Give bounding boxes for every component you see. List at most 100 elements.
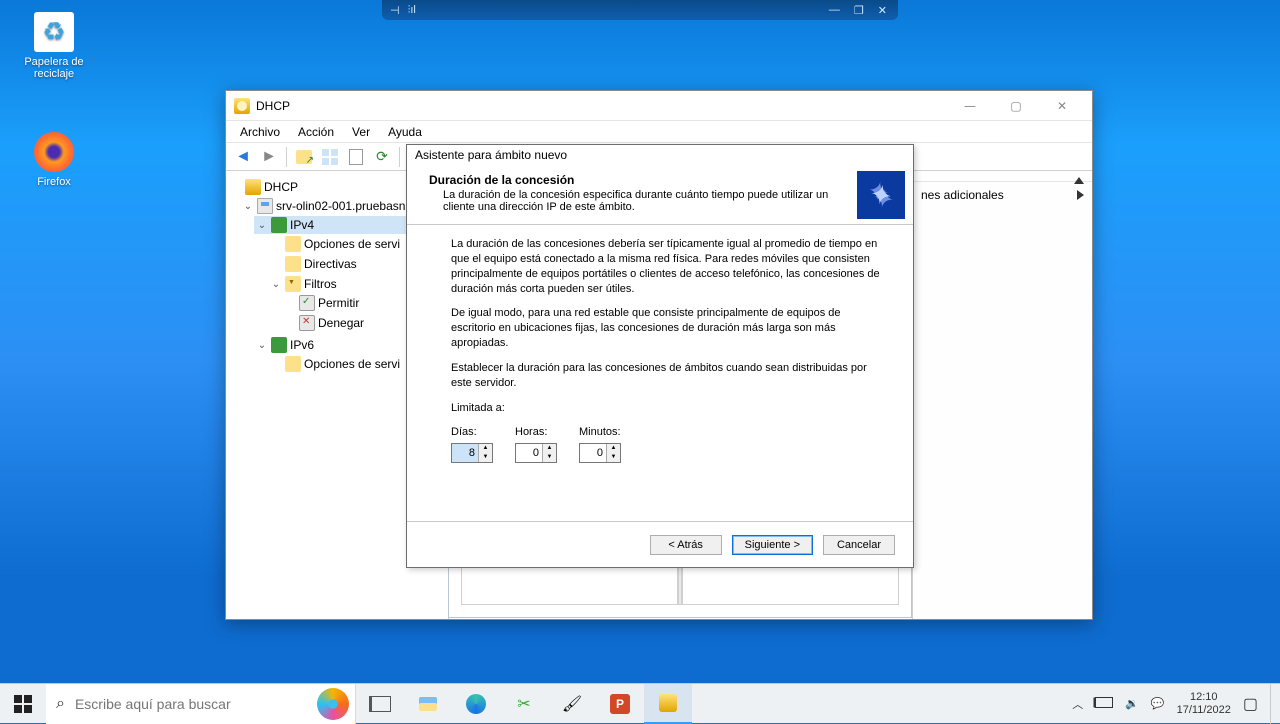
taskbar-snipping[interactable] [500, 684, 548, 724]
tree-node-ipv6[interactable]: IPv6 [290, 338, 314, 352]
tree-node-ipv4[interactable]: IPv4 [290, 218, 314, 232]
menu-ver[interactable]: Ver [344, 123, 378, 141]
search-input[interactable] [75, 696, 317, 712]
folder-icon [285, 236, 301, 252]
firefox-label: Firefox [14, 176, 94, 188]
clock-date: 17/11/2022 [1177, 704, 1231, 717]
snipping-icon [512, 692, 536, 716]
toolbar-export-button[interactable] [345, 146, 367, 168]
wizard-body: La duración de las concesiones debería s… [407, 225, 913, 471]
clock-time: 12:10 [1177, 691, 1231, 704]
recycle-bin-icon [34, 12, 74, 52]
edge-icon [466, 694, 486, 714]
ipv4-icon [271, 217, 287, 233]
windows-logo-icon [14, 695, 32, 713]
notification-icon[interactable]: 💬 [1151, 697, 1165, 710]
pin-icon[interactable]: ⊣ [390, 4, 400, 17]
taskbar-powerpoint[interactable]: P [596, 684, 644, 724]
vm-minimize-button[interactable]: — [826, 4, 843, 17]
task-view-button[interactable] [356, 684, 404, 724]
action-center-icon[interactable]: ▢ [1243, 694, 1258, 714]
signal-icon: ⫶ıl [408, 4, 416, 17]
taskbar-edge[interactable] [452, 684, 500, 724]
tree-node-opciones-servidor[interactable]: Opciones de servi [304, 237, 400, 251]
system-tray: ︿ 🔉 💬 12:10 17/11/2022 ▢ [1072, 684, 1280, 724]
taskbar-clock[interactable]: 12:10 17/11/2022 [1177, 691, 1231, 716]
days-input[interactable] [452, 444, 478, 462]
wizard-paragraph-2: De igual modo, para una red estable que … [451, 306, 883, 351]
tree-node-opciones-servidor-v6[interactable]: Opciones de servi [304, 357, 400, 371]
hours-input[interactable] [516, 444, 542, 462]
arrow-right-icon [1077, 190, 1084, 200]
vm-close-button[interactable]: ✕ [875, 4, 890, 17]
minutes-spinner: Minutos: ▲▼ [579, 425, 621, 463]
wizard-footer: < Atrás Siguiente > Cancelar [407, 521, 913, 567]
tree-node-directivas[interactable]: Directivas [304, 257, 357, 271]
hours-down-button[interactable]: ▼ [543, 453, 556, 462]
powerpoint-icon: P [610, 694, 630, 714]
taskbar: ⌕ P ︿ 🔉 💬 12:10 17/11/2022 ▢ [0, 683, 1280, 723]
start-button[interactable] [0, 684, 46, 724]
wizard-paragraph-1: La duración de las concesiones debería s… [451, 237, 883, 296]
tree-node-filtros[interactable]: Filtros [304, 277, 337, 291]
cortana-icon[interactable] [317, 688, 349, 720]
vm-connection-bar: ⊣ ⫶ıl — ❐ ✕ [382, 0, 898, 20]
desktop-icon-recycle-bin[interactable]: Papelera de reciclaje [14, 12, 94, 80]
firefox-icon [34, 132, 74, 172]
back-button[interactable]: < Atrás [650, 535, 722, 555]
collapse-arrow-up-icon[interactable] [1074, 177, 1084, 184]
tree-node-permitir[interactable]: Permitir [318, 296, 359, 310]
server-icon [257, 198, 273, 214]
toolbar-properties-button[interactable] [319, 146, 341, 168]
days-up-button[interactable]: ▲ [479, 444, 492, 453]
taskbar-paint[interactable] [548, 684, 596, 724]
menu-archivo[interactable]: Archivo [232, 123, 288, 141]
menu-accion[interactable]: Acción [290, 123, 342, 141]
dhcp-taskbar-icon [656, 691, 680, 715]
window-close-button[interactable]: ✕ [1040, 92, 1084, 120]
task-view-icon [368, 692, 392, 716]
minutes-up-button[interactable]: ▲ [607, 444, 620, 453]
actions-more-label: nes adicionales [921, 188, 1004, 202]
menu-ayuda[interactable]: Ayuda [380, 123, 430, 141]
folder-icon [285, 356, 301, 372]
vm-restore-button[interactable]: ❐ [851, 4, 867, 17]
paint-icon [560, 692, 584, 716]
tree-node-denegar[interactable]: Denegar [318, 316, 364, 330]
new-scope-wizard-dialog: Asistente para ámbito nuevo Duración de … [406, 144, 914, 568]
cancel-button[interactable]: Cancelar [823, 535, 895, 555]
hours-up-button[interactable]: ▲ [543, 444, 556, 453]
toolbar-separator [286, 147, 287, 167]
recycle-bin-label: Papelera de reciclaje [14, 56, 94, 80]
days-down-button[interactable]: ▼ [479, 453, 492, 462]
toolbar-show-hide-button[interactable] [293, 146, 315, 168]
show-desktop-button[interactable] [1270, 684, 1276, 724]
dhcp-titlebar: DHCP — ▢ ✕ [226, 91, 1092, 121]
tree-node-dhcp[interactable]: DHCP [264, 180, 298, 194]
wizard-limited-label: Limitada a: [451, 401, 883, 416]
hours-spinner: Horas: ▲▼ [515, 425, 557, 463]
minutes-down-button[interactable]: ▼ [607, 453, 620, 462]
next-button[interactable]: Siguiente > [732, 535, 813, 555]
taskbar-dhcp[interactable] [644, 684, 692, 724]
toolbar-forward-button[interactable]: ► [258, 146, 280, 168]
wizard-heading: Duración de la concesión [429, 173, 574, 187]
window-maximize-button[interactable]: ▢ [994, 92, 1038, 120]
desktop-icon-firefox[interactable]: Firefox [14, 132, 94, 188]
taskbar-file-explorer[interactable] [404, 684, 452, 724]
wizard-header: Duración de la concesión La duración de … [407, 167, 913, 225]
folder-icon [285, 256, 301, 272]
tree-node-server[interactable]: srv-olin02-001.pruebasna [276, 199, 412, 213]
battery-icon[interactable] [1095, 697, 1113, 711]
tray-chevron-up-icon[interactable]: ︿ [1072, 696, 1083, 712]
search-icon: ⌕ [56, 695, 65, 713]
toolbar-back-button[interactable]: ◄ [232, 146, 254, 168]
wizard-paragraph-3: Establecer la duración para las concesio… [451, 361, 883, 391]
minutes-input[interactable] [580, 444, 606, 462]
actions-more-row[interactable]: nes adicionales [913, 182, 1092, 208]
speaker-icon[interactable]: 🔉 [1125, 697, 1139, 710]
days-spinner: Días: ▲▼ [451, 425, 493, 463]
toolbar-refresh-button[interactable]: ⟳ [371, 146, 393, 168]
taskbar-search[interactable]: ⌕ [46, 684, 356, 724]
window-minimize-button[interactable]: — [948, 92, 992, 120]
